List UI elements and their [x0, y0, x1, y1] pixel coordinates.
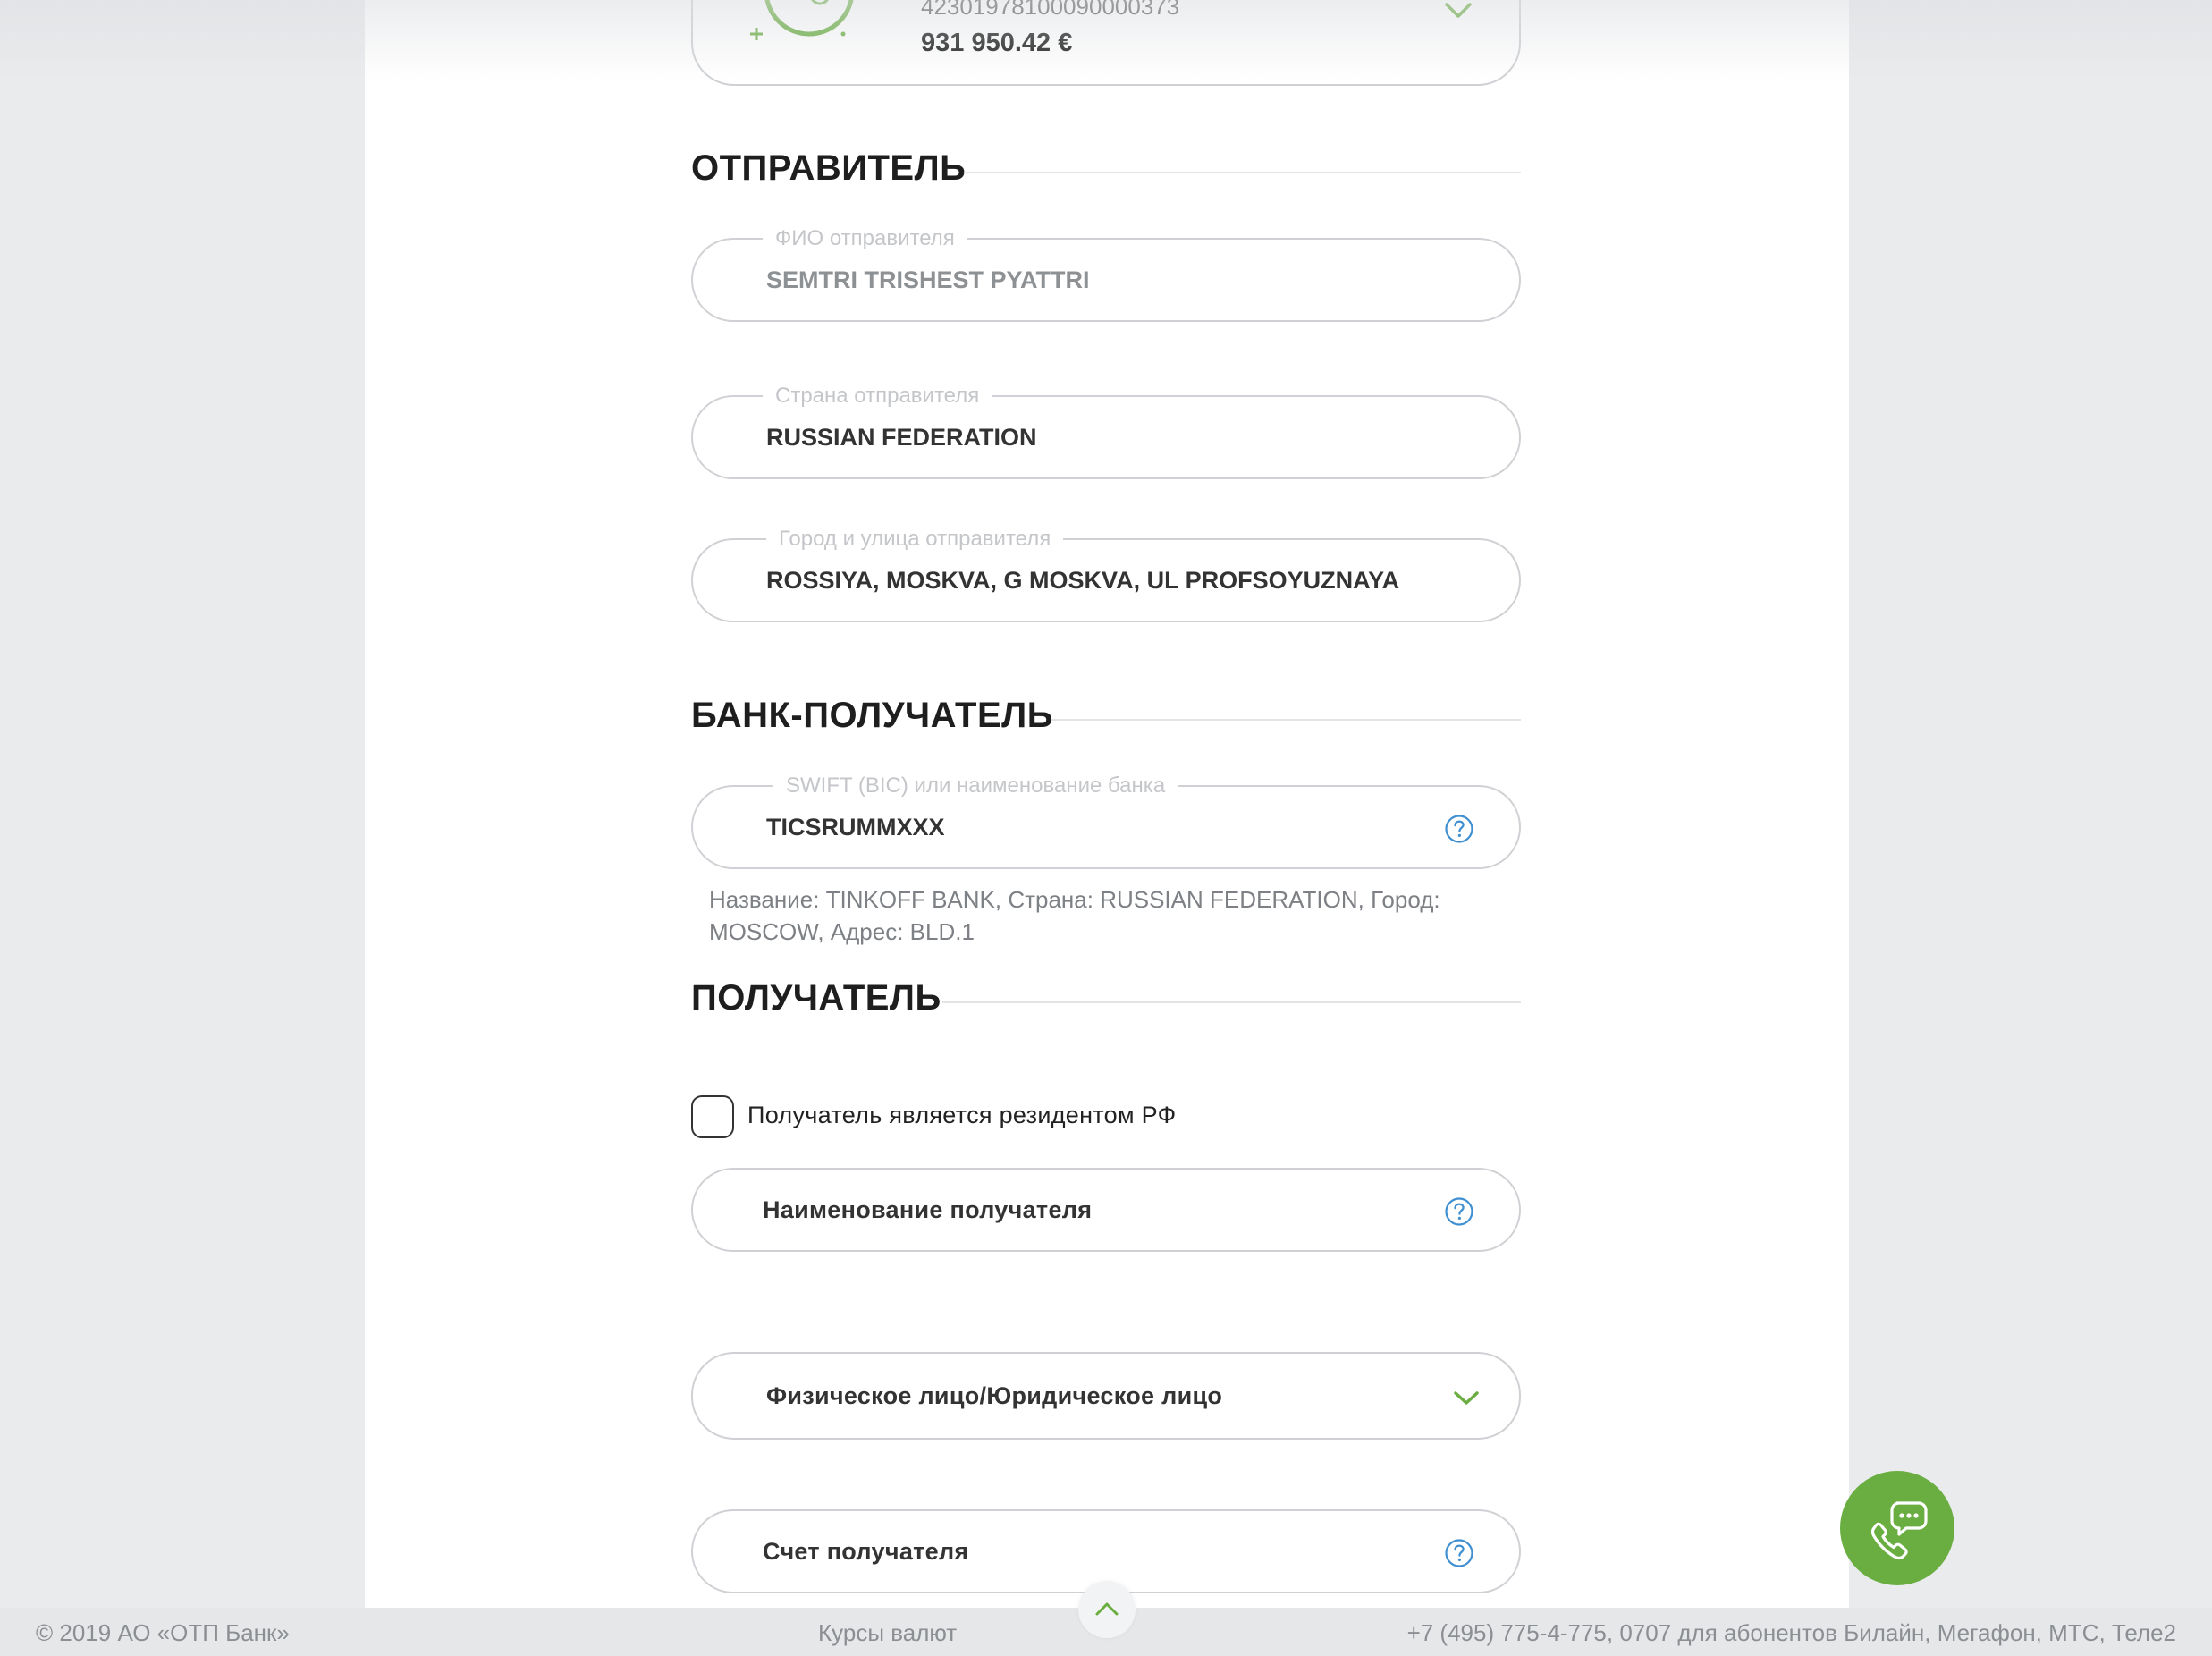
sender-country-label: Страна отправителя [763, 383, 992, 410]
resident-checkbox[interactable] [691, 1095, 734, 1138]
footer-phones: +7 (495) 775-4-775, 0707 для абонентов Б… [1406, 1619, 2176, 1646]
swift-field[interactable]: SWIFT (BIC) или наименование банка TICSR… [691, 773, 1521, 869]
question-circle-icon[interactable] [1444, 1196, 1474, 1227]
bank-info-text: Название: TINKOFF BANK, Страна: RUSSIAN … [709, 886, 1440, 945]
footer-rates-link[interactable]: Курсы валют [818, 1618, 957, 1647]
section-divider [942, 1001, 1521, 1003]
recipient-name-placeholder: Наименование получателя [763, 1196, 1093, 1223]
chevron-down-icon [1454, 1391, 1479, 1405]
swift-value: TICSRUMMXXX [766, 814, 945, 841]
sender-address-label: Город и улица отправителя [766, 526, 1064, 553]
recipient-type-select[interactable]: Физическое лицо/Юридическое лицо [691, 1352, 1521, 1440]
bank-section-title: БАНК-ПОЛУЧАТЕЛЬ [691, 696, 1053, 735]
sender-country-value: RUSSIAN FEDERATION [766, 424, 1037, 451]
card-exchange-icon [750, 0, 854, 40]
scroll-to-top-button[interactable] [1078, 1581, 1136, 1638]
chat-call-button[interactable] [1840, 1471, 1954, 1585]
sender-address-value: ROSSIYA, MOSKVA, G MOSKVA, UL PROFSOYUZN… [766, 567, 1400, 594]
sender-name-label: ФИО отправителя [763, 225, 967, 252]
section-divider [964, 172, 1521, 173]
sender-name-field[interactable]: ФИО отправителя SEMTRI TRISHEST PYATTRI [691, 225, 1521, 322]
account-number: 42301978100090000373 [921, 0, 1180, 20]
question-circle-icon[interactable] [1444, 814, 1474, 844]
recipient-account-placeholder: Счет получателя [763, 1538, 969, 1565]
footer-copyright: © 2019 АО «ОТП Банк» [36, 1619, 290, 1646]
sender-section-title: ОТПРАВИТЕЛЬ [691, 148, 967, 188]
sender-address-field[interactable]: Город и улица отправителя ROSSIYA, MOSKV… [691, 526, 1521, 622]
swift-label: SWIFT (BIC) или наименование банка [773, 773, 1178, 799]
chat-phone-icon [1870, 1501, 1928, 1560]
recipient-name-field[interactable]: Наименование получателя [691, 1168, 1521, 1252]
chevron-down-icon [1445, 3, 1472, 18]
account-balance: 931 950.42 € [921, 29, 1073, 57]
sender-name-value: SEMTRI TRISHEST PYATTRI [766, 266, 1090, 293]
chevron-up-icon [1095, 1602, 1119, 1616]
resident-checkbox-label[interactable]: Получатель является резидентом РФ [747, 1100, 1176, 1130]
account-selector[interactable]: 42301978100090000373 931 950.42 € [691, 0, 1521, 86]
sender-country-field[interactable]: Страна отправителя RUSSIAN FEDERATION [691, 383, 1521, 479]
section-divider [1051, 719, 1521, 721]
question-circle-icon[interactable] [1444, 1538, 1474, 1568]
recipient-type-value: Физическое лицо/Юридическое лицо [766, 1382, 1223, 1409]
recipient-section-title: ПОЛУЧАТЕЛЬ [691, 978, 941, 1018]
